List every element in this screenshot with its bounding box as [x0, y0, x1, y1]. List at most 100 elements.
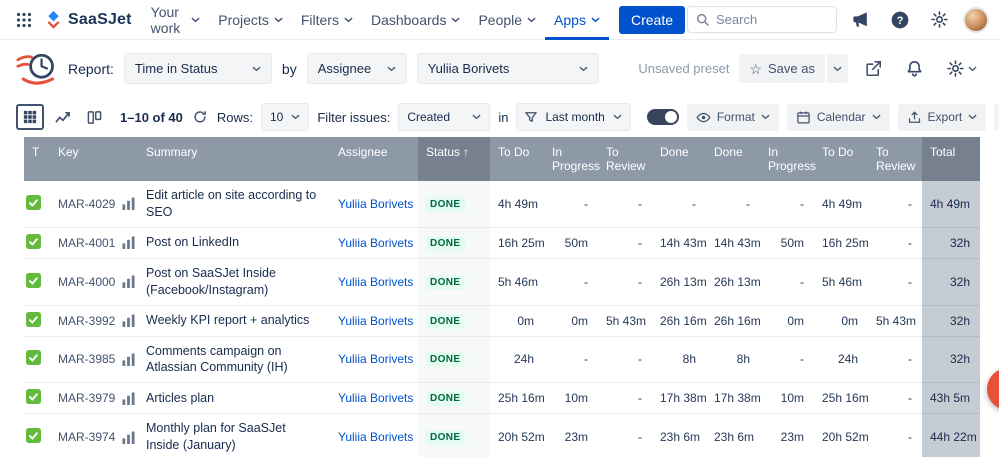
- group-by-select[interactable]: Assignee: [306, 53, 407, 84]
- task-type-icon: [26, 350, 41, 366]
- announcements-megaphone-icon[interactable]: [845, 6, 876, 33]
- status-badge: DONE: [426, 352, 465, 368]
- board-view-icon[interactable]: [80, 104, 108, 130]
- refresh-icon[interactable]: [191, 108, 209, 126]
- nav-filters[interactable]: Filters: [292, 0, 362, 40]
- assignee-cell: Yuliia Borivets: [330, 181, 418, 228]
- issue-key-link[interactable]: MAR-4029: [58, 197, 115, 211]
- filter-field-select[interactable]: Created: [398, 103, 491, 131]
- time-cell: 14h 43m: [706, 227, 761, 259]
- nav-your-work[interactable]: Your work: [142, 0, 210, 40]
- toggle-switch[interactable]: [646, 109, 679, 125]
- report-type-select[interactable]: Time in Status: [123, 53, 272, 84]
- grid-view-icon[interactable]: [16, 104, 44, 130]
- nav-people[interactable]: People: [469, 0, 545, 40]
- time-cell: 23h 6m: [652, 413, 706, 457]
- issue-chart-icon[interactable]: [122, 353, 135, 366]
- notifications-bell-icon[interactable]: [899, 55, 930, 82]
- assignee-select[interactable]: Yuliia Borivets: [416, 53, 599, 84]
- table-row: MAR-4029 Edit article on site according t…: [24, 181, 980, 228]
- issue-key-link[interactable]: MAR-4001: [58, 236, 115, 250]
- time-cell: -: [868, 382, 922, 415]
- table-controls-bar: 1–10 of 40 Rows: 10 Filter issues: Creat…: [0, 97, 999, 137]
- column-header-summary[interactable]: Summary: [138, 137, 330, 181]
- time-cell: 0m: [760, 305, 814, 337]
- assignee-link[interactable]: Yuliia Borivets: [338, 275, 413, 289]
- format-button[interactable]: Format: [686, 103, 779, 131]
- search-icon: [696, 13, 710, 27]
- settings-gear-icon[interactable]: [924, 6, 955, 33]
- issue-chart-icon[interactable]: [122, 197, 135, 211]
- time-cell: -: [598, 227, 652, 259]
- assignee-link[interactable]: Yuliia Borivets: [338, 430, 413, 444]
- help-icon[interactable]: ?: [884, 6, 916, 34]
- rows-per-page-select[interactable]: 10: [261, 103, 310, 131]
- status-badge: DONE: [426, 196, 465, 212]
- issue-key-link[interactable]: MAR-3974: [58, 430, 115, 444]
- column-header-done-1[interactable]: Done: [652, 137, 706, 181]
- column-header-status[interactable]: Status ↑: [418, 137, 490, 181]
- app-switcher-icon[interactable]: [10, 8, 38, 32]
- column-header-toreview-2[interactable]: To Review: [868, 137, 922, 181]
- nav-projects[interactable]: Projects: [209, 0, 292, 40]
- nav-dashboards[interactable]: Dashboards: [362, 0, 470, 40]
- calendar-button[interactable]: Calendar: [786, 103, 890, 131]
- time-cell: 0m: [544, 305, 598, 337]
- time-cell: 26h 13m: [652, 258, 707, 306]
- issue-summary: Monthly plan for SaaSJet Inside (January…: [138, 413, 330, 457]
- save-as-button[interactable]: ☆ Save as: [739, 54, 825, 83]
- time-in-status-logo: [16, 50, 58, 88]
- period-select[interactable]: Last month: [516, 103, 631, 131]
- saasjet-logo[interactable]: SaaSJet: [40, 10, 140, 29]
- assignee-link[interactable]: Yuliia Borivets: [338, 236, 413, 250]
- column-header-todo-1[interactable]: To Do: [490, 137, 544, 181]
- assignee-link[interactable]: Yuliia Borivets: [338, 352, 413, 366]
- issue-chart-icon[interactable]: [122, 236, 135, 250]
- column-header-done-2[interactable]: Done: [706, 137, 760, 181]
- task-type-icon: [26, 389, 41, 405]
- issue-key-link[interactable]: MAR-3979: [58, 391, 115, 405]
- issue-key-link[interactable]: MAR-4000: [58, 275, 115, 289]
- nav-apps[interactable]: Apps: [545, 0, 609, 40]
- column-header-todo-2[interactable]: To Do: [814, 137, 868, 181]
- issue-key-cell: MAR-3985: [50, 336, 138, 384]
- column-header-inprogress-1[interactable]: In Progress: [544, 137, 600, 181]
- time-cell: -: [652, 181, 706, 228]
- issue-key-cell: MAR-4001: [50, 227, 138, 259]
- assignee-link[interactable]: Yuliia Borivets: [338, 197, 413, 211]
- create-button[interactable]: Create: [618, 5, 685, 34]
- issue-chart-icon[interactable]: [122, 392, 135, 405]
- export-button[interactable]: Export: [897, 103, 987, 131]
- share-icon[interactable]: [858, 55, 889, 82]
- assignee-link[interactable]: Yuliia Borivets: [338, 314, 413, 328]
- issue-key-cell: MAR-3979: [50, 382, 138, 415]
- column-header-toreview-1[interactable]: To Review: [598, 137, 652, 181]
- total-cell: 4h 49m: [922, 181, 980, 228]
- columns-button[interactable]: Columns: [994, 104, 999, 130]
- assignee-link[interactable]: Yuliia Borivets: [338, 391, 413, 405]
- issue-key-link[interactable]: MAR-3985: [58, 352, 115, 366]
- column-header-key[interactable]: Key: [50, 137, 138, 181]
- issue-chart-icon[interactable]: [122, 431, 135, 444]
- time-cell: 16h 25m: [490, 227, 545, 259]
- issue-chart-icon[interactable]: [122, 275, 135, 289]
- search-input[interactable]: [716, 12, 828, 27]
- column-header-assignee[interactable]: Assignee: [330, 137, 418, 181]
- eye-icon: [696, 110, 711, 125]
- status-badge: DONE: [426, 313, 465, 329]
- task-type-icon: [26, 428, 41, 444]
- column-header-total[interactable]: Total: [922, 137, 980, 181]
- issue-key-link[interactable]: MAR-3992: [58, 314, 115, 328]
- time-cell: 4h 49m: [490, 181, 544, 228]
- search-box[interactable]: [687, 6, 837, 33]
- user-avatar[interactable]: [963, 6, 989, 33]
- report-settings-gear-icon[interactable]: [940, 55, 983, 82]
- total-cell: 32h: [922, 227, 980, 259]
- issue-chart-icon[interactable]: [122, 314, 135, 327]
- column-header-inprogress-2[interactable]: In Progress: [760, 137, 816, 181]
- status-cell: DONE: [418, 413, 490, 457]
- column-header-type[interactable]: T: [24, 137, 50, 181]
- save-as-dropdown-button[interactable]: [827, 54, 848, 83]
- issue-summary: Edit article on site according to SEO: [138, 181, 330, 228]
- chart-view-icon[interactable]: [48, 104, 76, 130]
